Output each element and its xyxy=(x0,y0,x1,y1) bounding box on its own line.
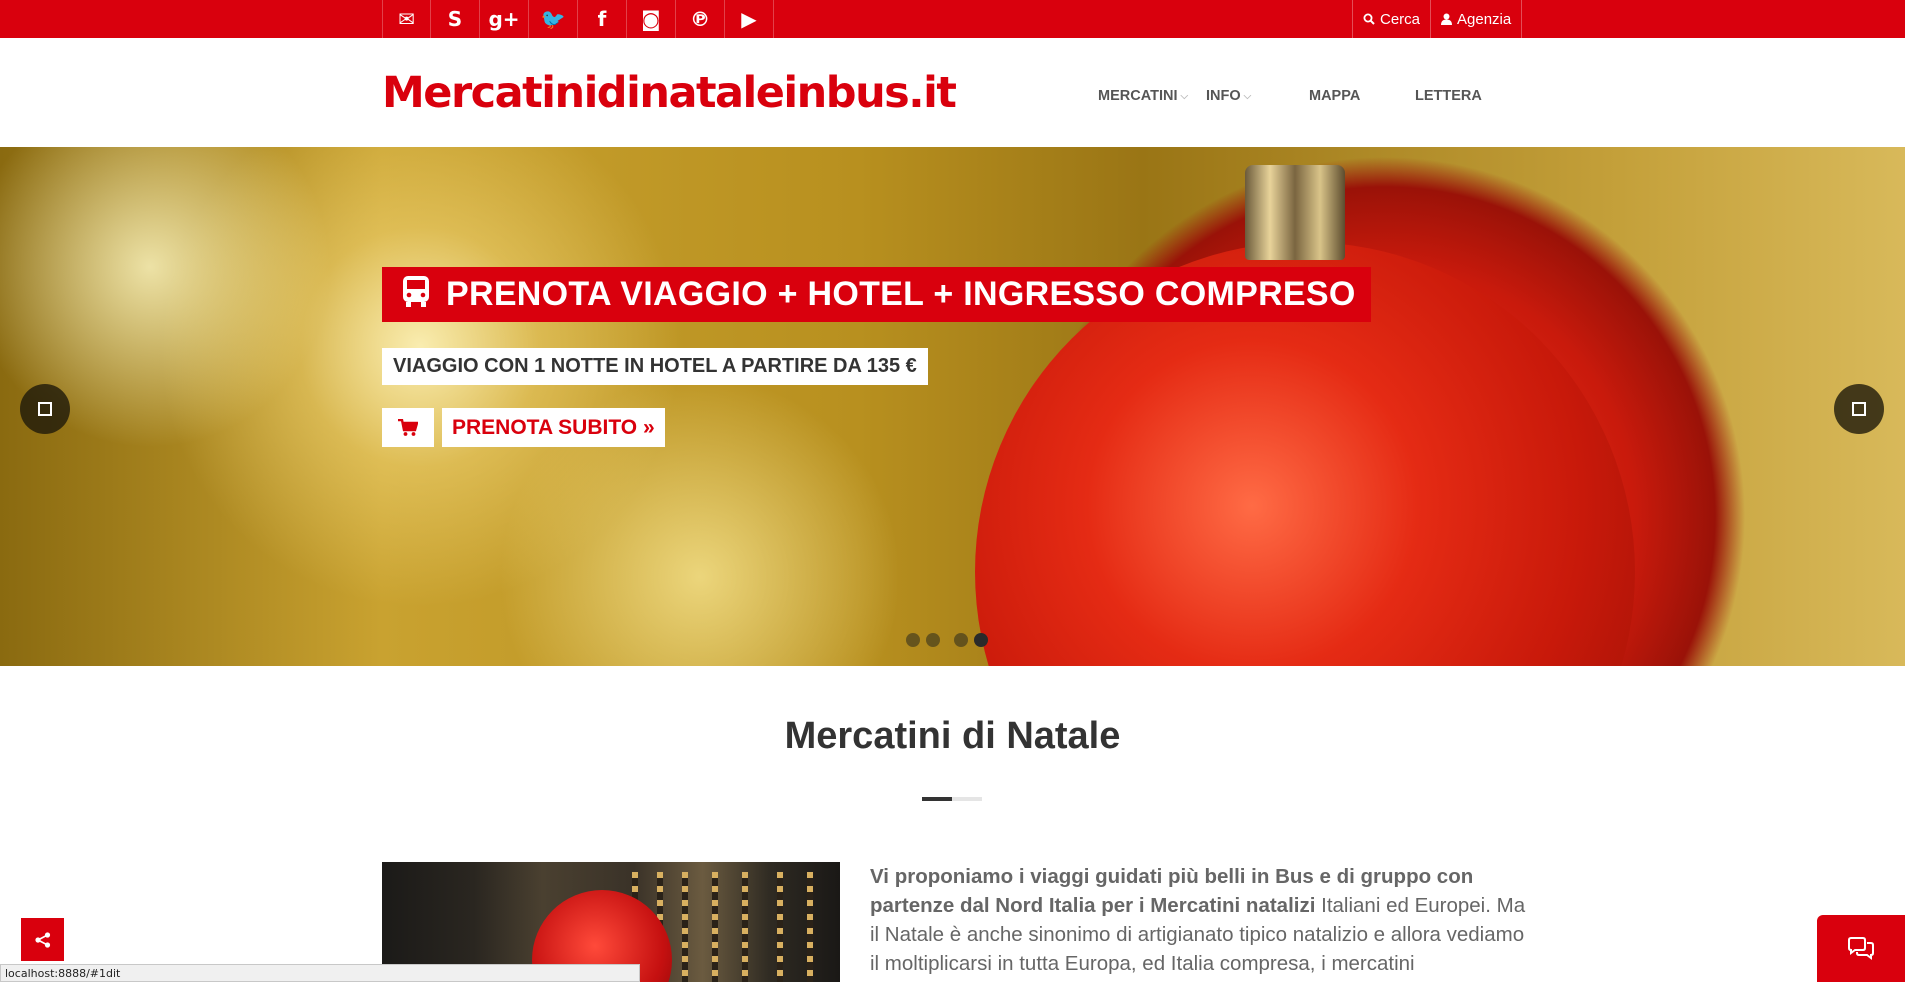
square-icon xyxy=(38,402,52,416)
social-links: ✉ S g+ 🐦 f ◙ ℗ ▶ xyxy=(382,0,774,38)
share-button[interactable] xyxy=(21,918,64,961)
intro-paragraph: Vi proponiamo i viaggi guidati più belli… xyxy=(870,862,1530,978)
nav-label: MERCATINI xyxy=(1098,88,1178,104)
agency-link[interactable]: Agenzia xyxy=(1430,0,1523,38)
nav-item-info[interactable]: INFO ⌵ xyxy=(1206,88,1309,104)
slider-dot[interactable] xyxy=(926,633,940,647)
hero-headline-banner: PRENOTA VIAGGIO + HOTEL + INGRESSO COMPR… xyxy=(382,267,1371,322)
nav-label: LETTERA xyxy=(1415,88,1482,104)
title-divider xyxy=(922,797,982,801)
site-header: Mercatinidinataleinbus.it MERCATINI ⌵ INF… xyxy=(0,38,1905,147)
nav-item-mappa[interactable]: MAPPA xyxy=(1309,88,1415,104)
book-now-button[interactable]: PRENOTA SUBITO » xyxy=(442,408,665,447)
instagram-icon[interactable]: ◙ xyxy=(627,0,676,38)
bus-icon xyxy=(400,274,432,316)
browser-status-bar: localhost:8888/#1dit xyxy=(0,964,640,982)
skype-icon[interactable]: S xyxy=(431,0,480,38)
envelope-icon[interactable]: ✉ xyxy=(382,0,431,38)
chevron-down-icon: ⌵ xyxy=(1243,90,1252,102)
search-icon xyxy=(1363,13,1375,25)
chat-button[interactable] xyxy=(1817,915,1905,982)
square-icon xyxy=(1852,402,1866,416)
top-bar: ✉ S g+ 🐦 f ◙ ℗ ▶ Cerca Agenzia xyxy=(0,0,1905,38)
nav-label: INFO xyxy=(1206,88,1241,104)
chat-icon xyxy=(1848,936,1874,960)
site-logo[interactable]: Mercatinidinataleinbus.it xyxy=(382,68,957,118)
hero-headline: PRENOTA VIAGGIO + HOTEL + INGRESSO COMPR… xyxy=(446,275,1356,313)
slider-prev-button[interactable] xyxy=(20,384,70,434)
share-icon xyxy=(34,931,50,948)
slider-dot[interactable] xyxy=(954,633,968,647)
slider-next-button[interactable] xyxy=(1834,384,1884,434)
nav-item-lettera[interactable]: LETTERA xyxy=(1415,88,1482,104)
pinterest-icon[interactable]: ℗ xyxy=(676,0,725,38)
chevron-down-icon: ⌵ xyxy=(1180,90,1189,102)
top-links: Cerca Agenzia xyxy=(1352,0,1523,38)
cart-icon xyxy=(398,418,418,436)
youtube-icon[interactable]: ▶ xyxy=(725,0,774,38)
search-label: Cerca xyxy=(1380,10,1421,28)
google-plus-icon[interactable]: g+ xyxy=(480,0,529,38)
hero-subline: VIAGGIO CON 1 NOTTE IN HOTEL A PARTIRE D… xyxy=(382,348,928,385)
agency-label: Agenzia xyxy=(1457,10,1512,28)
slider-dot[interactable] xyxy=(906,633,920,647)
hero-slider: PRENOTA VIAGGIO + HOTEL + INGRESSO COMPR… xyxy=(0,147,1905,666)
section-title: Mercatini di Natale xyxy=(784,715,1121,757)
search-link[interactable]: Cerca xyxy=(1352,0,1430,38)
nav-label: MAPPA xyxy=(1309,88,1361,104)
twitter-icon[interactable]: 🐦 xyxy=(529,0,578,38)
ornament-cap-image xyxy=(1245,165,1345,260)
slider-dot-active[interactable] xyxy=(974,633,988,647)
slider-dots xyxy=(906,633,988,647)
nav-item-mercatini[interactable]: MERCATINI ⌵ xyxy=(1098,88,1206,104)
cart-button[interactable] xyxy=(382,408,434,447)
main-nav: MERCATINI ⌵ INFO ⌵ MAPPA LETTERA xyxy=(1098,88,1482,104)
facebook-icon[interactable]: f xyxy=(578,0,627,38)
user-icon xyxy=(1441,13,1453,25)
